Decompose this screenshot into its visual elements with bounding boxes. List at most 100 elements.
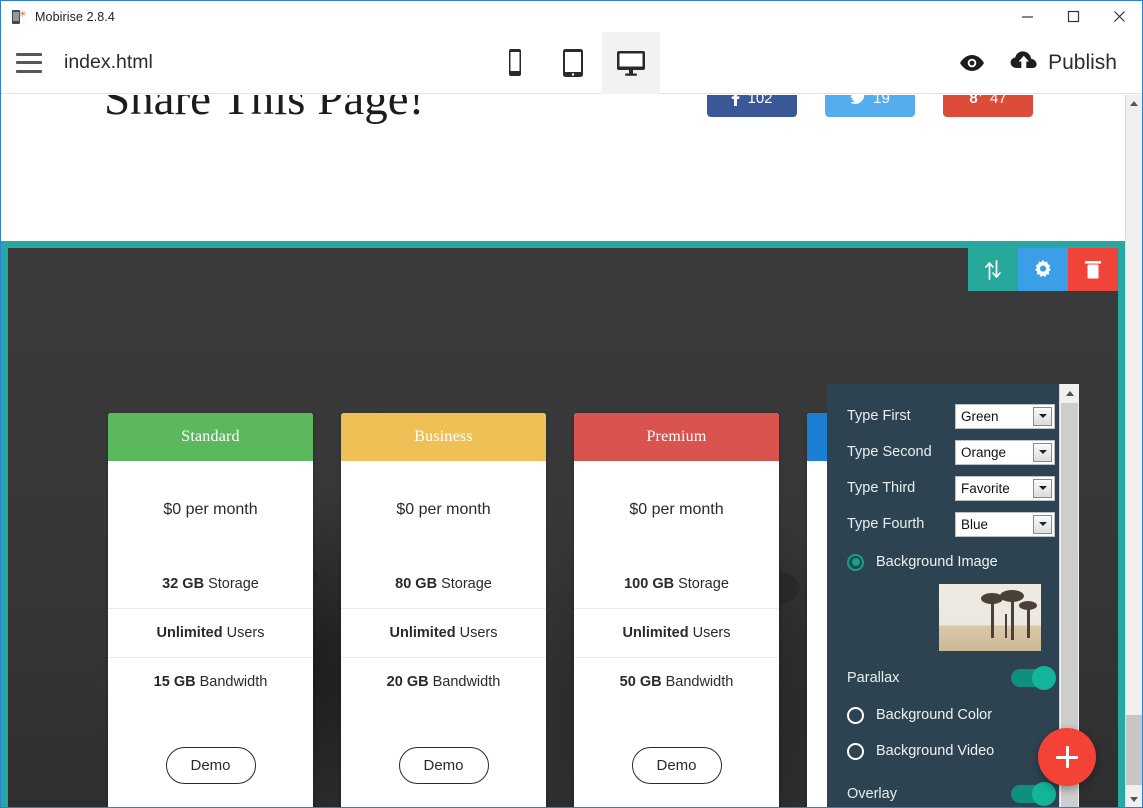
pricing-card-feature: Unlimited Users [574,608,779,657]
feature-label: Storage [678,575,729,592]
pricing-card-feature: 80 GB Storage [341,559,546,608]
background-video-radio[interactable] [847,742,864,760]
chevron-down-icon [1033,478,1052,498]
scroll-up-icon[interactable] [1126,95,1142,112]
chevron-down-icon [1033,406,1052,426]
app-toolbar: index.html Publish [1,32,1142,94]
device-mobile-button[interactable] [486,32,544,94]
type-second-select[interactable]: Orange [955,439,1055,465]
close-icon[interactable] [1096,1,1142,32]
feature-label: Users [692,625,731,641]
pricing-card-title: Business [341,413,546,461]
chevron-down-icon [1033,442,1052,462]
publish-label: Publish [1048,50,1117,74]
chevron-down-icon [1033,514,1052,534]
setting-type-first: Type First Green [847,402,1059,430]
pricing-card[interactable]: Premium $0 per month 100 GB Storage Unli… [574,413,779,807]
overlay-label: Overlay [847,786,897,802]
background-image-label: Background Image [876,554,998,570]
facebook-share-button[interactable]: 102 [707,95,797,117]
type-first-select[interactable]: Green [955,403,1055,429]
device-tablet-button[interactable] [544,32,602,94]
background-image-radio-row[interactable]: Background Image [847,546,1059,578]
scroll-down-icon[interactable] [1126,791,1142,807]
demo-button[interactable]: Demo [165,747,256,784]
pricing-card-feature: Unlimited Users [341,608,546,657]
page-filename[interactable]: index.html [64,51,153,74]
feature-value: Unlimited [389,625,456,641]
palm-trees-beach-thumbnail[interactable] [939,584,1041,651]
pricing-card-feature: 20 GB Bandwidth [341,657,546,706]
parallax-row: Parallax [847,661,1059,695]
background-color-label: Background Color [876,707,993,723]
app-title: Mobirise 2.8.4 [35,9,115,24]
trash-icon[interactable] [1068,248,1118,291]
setting-type-second: Type Second Orange [847,438,1059,466]
maximize-icon[interactable] [1050,1,1096,32]
select-value: Blue [961,516,989,532]
feature-label: Storage [208,575,259,592]
hamburger-menu-icon[interactable] [16,52,42,73]
overlay-toggle[interactable] [1011,782,1056,806]
feature-label: Users [459,625,498,641]
share-block[interactable]: Share This Page! 102 19 8+ 47 [1,95,1125,241]
background-video-radio-row[interactable]: Background Video [847,735,1059,767]
minimize-icon[interactable] [1004,1,1050,32]
parallax-toggle[interactable] [1011,666,1056,690]
googleplus-icon: 8+ [969,95,983,107]
main-scrollbar[interactable] [1125,95,1142,807]
feature-value: 15 GB [153,674,196,690]
demo-button[interactable]: Demo [398,747,489,784]
background-color-radio[interactable] [847,706,864,724]
overlay-row: Overlay [847,777,1059,807]
publish-button[interactable]: Publish [996,39,1123,87]
feature-label: Storage [441,575,492,592]
feature-label: Bandwidth [665,674,734,690]
toolbar-right-tools: Publish [948,32,1142,94]
pricing-card-price: $0 per month [163,501,258,518]
pricing-card-feature: 50 GB Bandwidth [574,657,779,706]
pricing-card-feature: Unlimited Users [108,608,313,657]
background-color-radio-row[interactable]: Background Color [847,699,1059,731]
feature-value: 50 GB [619,674,662,690]
add-block-button[interactable] [1038,728,1096,786]
setting-label: Type Third [847,480,916,496]
feature-value: Unlimited [622,625,689,641]
select-value: Orange [961,444,1007,460]
select-value: Favorite [961,480,1010,496]
pricing-card[interactable]: Standard $0 per month 32 GB Storage Unli… [108,413,313,807]
mobirise-app-window: ✳ Mobirise 2.8.4 index.html Publish Shar… [0,0,1143,808]
twitter-share-button[interactable]: 19 [825,95,915,117]
background-image-radio[interactable] [847,553,864,571]
demo-button[interactable]: Demo [631,747,722,784]
pricing-card-price: $0 per month [629,501,724,518]
gear-icon[interactable] [1018,248,1068,291]
eye-icon[interactable] [948,39,996,87]
device-desktop-button[interactable] [602,32,660,94]
scroll-up-icon[interactable] [1060,384,1079,403]
move-updown-icon[interactable] [968,248,1018,291]
window-controls [1004,1,1142,32]
facebook-icon [731,95,740,106]
pricing-card-footer: Demo [108,706,313,807]
pricing-card-title: Standard [108,413,313,461]
pricing-card-price: $0 per month [396,501,491,518]
pricing-card-feature: 100 GB Storage [574,559,779,608]
device-preview-group [486,32,660,94]
cloud-upload-icon [1010,50,1038,75]
type-third-select[interactable]: Favorite [955,475,1055,501]
setting-type-third: Type Third Favorite [847,474,1059,502]
googleplus-share-button[interactable]: 8+ 47 [943,95,1033,117]
googleplus-count: 47 [989,95,1007,107]
background-video-label: Background Video [876,743,995,759]
feature-value: 100 GB [624,575,675,592]
type-fourth-select[interactable]: Blue [955,511,1055,537]
feature-value: 80 GB [395,575,438,592]
feature-value: 32 GB [162,575,205,592]
pricing-card-feature: 32 GB Storage [108,559,313,608]
feature-label: Users [226,625,265,641]
main-scrollbar-thumb[interactable] [1126,715,1142,785]
pricing-card[interactable]: Business $0 per month 80 GB Storage Unli… [341,413,546,807]
pricing-card-footer: Demo [341,706,546,807]
setting-type-fourth: Type Fourth Blue [847,510,1059,538]
